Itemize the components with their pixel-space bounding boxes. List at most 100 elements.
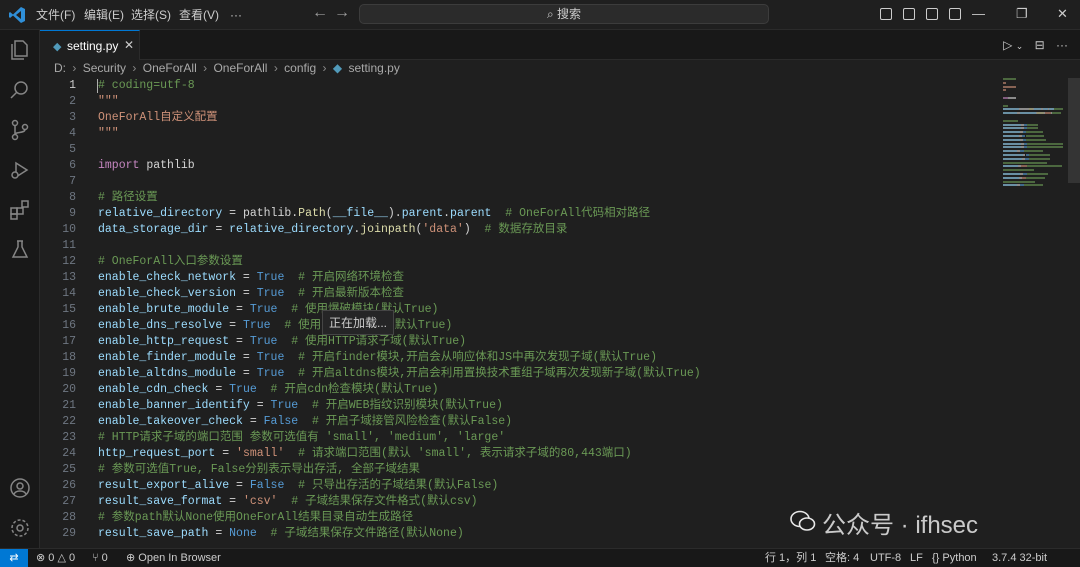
line-code: result_save_format = 'csv' # 子域结果保存文件格式(… [98, 494, 478, 510]
breadcrumb-item[interactable]: Security [83, 61, 126, 75]
code-line[interactable]: 14 enable_check_version = True # 开启最新版本检查 [40, 286, 1000, 302]
breadcrumb-item[interactable]: config [284, 61, 316, 75]
line-number: 4 [69, 127, 76, 140]
error-icon: ⊗ [36, 552, 46, 564]
settings-gear-icon[interactable] [8, 516, 32, 540]
restore-icon[interactable]: ❐ [1016, 6, 1028, 22]
breadcrumb-item[interactable]: OneForAll [213, 61, 267, 75]
code-line[interactable]: 19 enable_altdns_module = True # 开启altdns… [40, 366, 1000, 382]
code-token: = [249, 399, 271, 412]
indentation[interactable]: 空格: 4 [825, 549, 859, 567]
code-line[interactable]: 1 # coding=utf-8 [40, 78, 1000, 94]
remote-indicator-icon[interactable]: ⇄ [0, 549, 28, 567]
breadcrumb-item[interactable]: D: [54, 61, 66, 75]
close-window-icon[interactable]: ✕ [1057, 6, 1068, 22]
code-line[interactable]: 7 [40, 174, 1000, 190]
end-of-line[interactable]: LF [910, 549, 923, 567]
code-line[interactable]: 8 # 路径设置 [40, 190, 1000, 206]
code-line[interactable]: 6 import pathlib [40, 158, 1000, 174]
accounts-icon[interactable] [8, 476, 32, 500]
run-debug-icon[interactable] [8, 158, 32, 182]
code-line[interactable]: 15enable_brute_module = True # 使用爆破模块(默认… [40, 302, 1000, 318]
extensions-icon[interactable] [8, 198, 32, 222]
breadcrumb-separator-icon: › [72, 61, 77, 75]
more-actions-icon[interactable]: ··· [1056, 38, 1068, 52]
warning-icon: △ [57, 552, 66, 564]
close-tab-icon[interactable]: ✕ [124, 38, 134, 52]
file-encoding[interactable]: UTF-8 [870, 549, 901, 567]
code-line[interactable]: 20 enable_cdn_check = True # 开启cdn检查模块(默认… [40, 382, 1000, 398]
language-mode[interactable]: {} Python [932, 549, 977, 567]
tab-setting-py[interactable]: ◆ setting.py ✕ [40, 30, 140, 60]
code-token: enable_check_version [98, 287, 237, 300]
toggle-panel-icon[interactable] [903, 8, 915, 20]
explorer-icon[interactable] [8, 38, 32, 62]
code-line[interactable]: 12 # OneForAll入口参数设置 [40, 254, 1000, 270]
command-center-search[interactable]: ⌕ 搜索 [359, 4, 769, 24]
code-line[interactable]: 10 data_storage_dir = relative_directory.… [40, 222, 1000, 238]
menu-selection[interactable]: 选择(S) [131, 0, 171, 30]
minimap-line [1003, 176, 1020, 179]
menu-edit[interactable]: 编辑(E) [84, 0, 124, 30]
code-token: result_export_alive [98, 479, 230, 492]
toggle-secondary-sidebar-icon[interactable] [926, 8, 938, 20]
code-editor[interactable]: 1 # coding=utf-8 2 """ 3 OneForAll自定义配置 4 """ 5 6… [40, 78, 1080, 548]
code-line[interactable]: 13 enable_check_network = True # 开启网络环境检查 [40, 270, 1000, 286]
run-dropdown-chevron-icon[interactable]: ⌄ [1016, 41, 1024, 51]
code-line[interactable]: 24 http_request_port = 'small' # 请求端口范围(默… [40, 446, 1000, 462]
run-python-file-icon[interactable]: ▷ [1003, 38, 1012, 52]
code-token: = [236, 367, 257, 380]
minimap-line [1026, 131, 1043, 134]
python-interpreter[interactable]: 3.7.4 32-bit [992, 549, 1047, 567]
breadcrumb-item[interactable]: setting.py [348, 61, 399, 75]
cursor-position[interactable]: 行 1，列 1 [765, 549, 816, 567]
minimize-icon[interactable]: — [972, 6, 985, 21]
code-line[interactable]: 2 """ [40, 94, 1000, 110]
code-token: enable_takeover_check [98, 415, 243, 428]
code-line[interactable]: 26 result_export_alive = False # 只导出存活的子域… [40, 478, 1000, 494]
split-editor-icon[interactable]: ⊟ [1035, 38, 1045, 52]
code-line[interactable]: 11 [40, 238, 1000, 254]
menu-file[interactable]: 文件(F) [36, 0, 75, 30]
scrollbar-thumb[interactable] [1068, 78, 1080, 183]
code-line[interactable]: 18 enable_finder_module = True # 开启finder… [40, 350, 1000, 366]
editor-tab-bar: ◆ setting.py ✕ ▷ ⌄ ⊟ ··· [40, 30, 1080, 60]
code-line[interactable]: 4 """ [40, 126, 1000, 142]
minimap-line [1026, 138, 1047, 141]
open-in-browser-button[interactable]: ⊕ Open In Browser [126, 549, 221, 567]
code-line[interactable]: 5 [40, 142, 1000, 158]
code-line[interactable]: 17 enable_http_request = True # 使用HTTP请求子… [40, 334, 1000, 350]
code-line[interactable]: 25 # 参数可选值True, False分别表示导出存活, 全部子域结果 [40, 462, 1000, 478]
editor-actions: ▷ ⌄ ⊟ ··· [1003, 38, 1068, 52]
code-line[interactable]: 16 enable_dns_resolve = True # 使用DNS解析子域(… [40, 318, 1000, 334]
breadcrumb-item[interactable]: OneForAll [143, 61, 197, 75]
code-token: = [222, 207, 243, 220]
code-token: = [222, 495, 243, 508]
back-arrow-icon[interactable]: ← [312, 4, 328, 22]
code-line[interactable]: 21 enable_banner_identify = True # 开启WEB指… [40, 398, 1000, 414]
minimap-line [1027, 165, 1063, 168]
line-number: 20 [62, 383, 76, 396]
testing-flask-icon[interactable] [8, 238, 32, 262]
problems-status[interactable]: ⊗ 0 △ 0 [36, 549, 75, 567]
code-token: # 开启cdn检查模块(默认True) [256, 383, 439, 396]
menu-view[interactable]: 查看(V) [179, 0, 219, 30]
customize-layout-icon[interactable] [949, 8, 961, 20]
forward-arrow-icon[interactable]: → [334, 4, 350, 22]
minimap-line [1003, 89, 1006, 92]
ports-status[interactable]: ⑂ 0 [92, 549, 108, 567]
source-control-icon[interactable] [8, 118, 32, 142]
code-token: = [208, 383, 230, 396]
minimap[interactable] [1003, 78, 1065, 198]
minimap-line [1027, 127, 1039, 130]
toggle-primary-sidebar-icon[interactable] [880, 8, 892, 20]
code-line[interactable]: 9 relative_directory = pathlib. Path(__fil… [40, 206, 1000, 222]
code-line[interactable]: 3 OneForAll自定义配置 [40, 110, 1000, 126]
code-line[interactable]: 23 # HTTP请求子域的端口范围 参数可选值有 'small', 'mediu… [40, 430, 1000, 446]
menu-more[interactable]: ··· [230, 0, 242, 30]
search-view-icon[interactable] [8, 78, 32, 102]
editor-scrollbar[interactable] [1068, 78, 1080, 548]
line-number: 10 [62, 223, 76, 236]
code-token: # OneForAll入口参数设置 [98, 255, 243, 268]
code-line[interactable]: 22 enable_takeover_check = False # 开启子域接管… [40, 414, 1000, 430]
